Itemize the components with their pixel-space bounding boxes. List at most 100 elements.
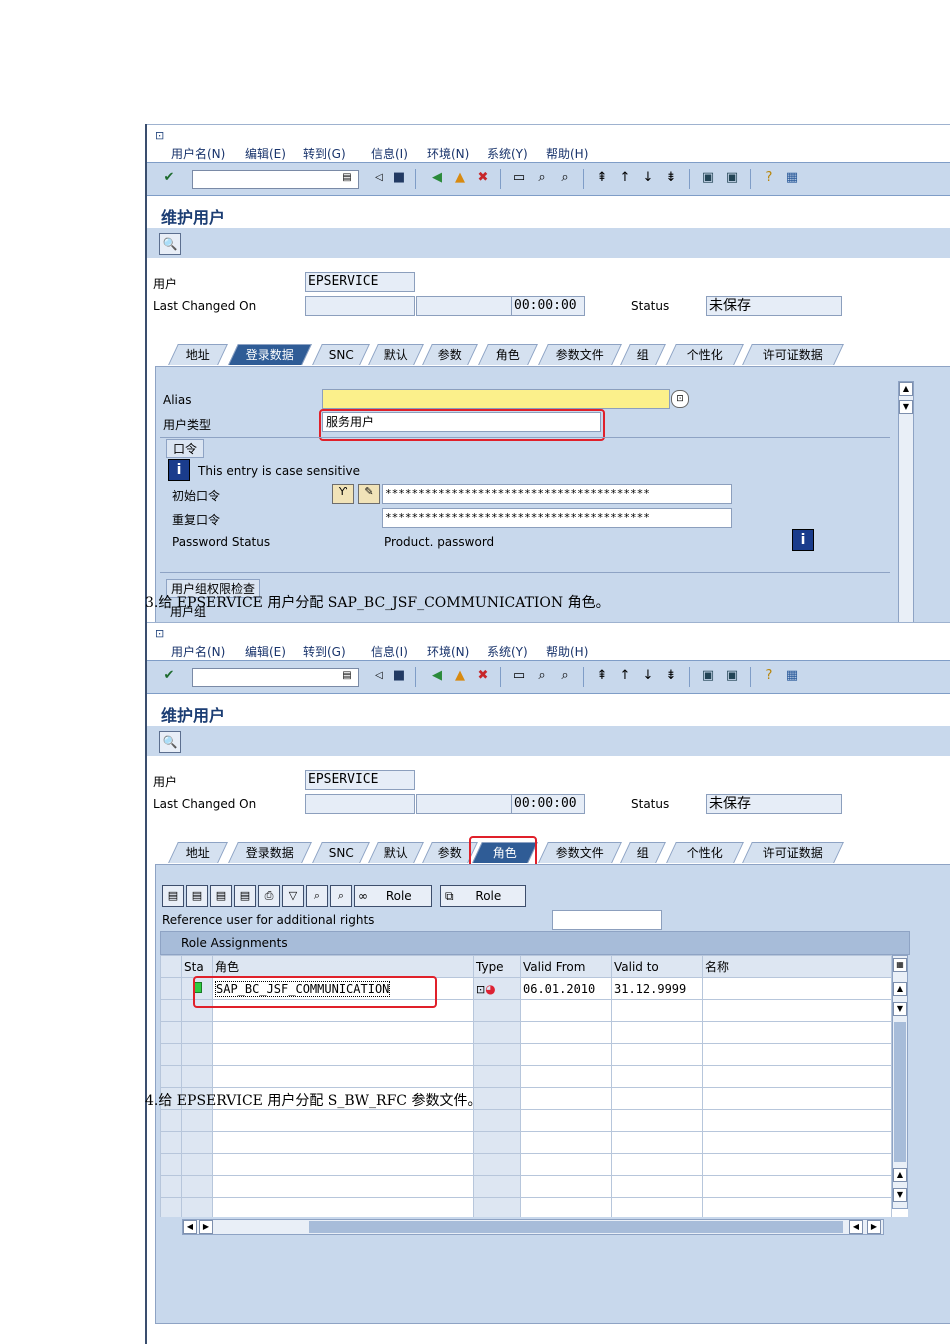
menu-system[interactable]: 系统(Y) — [487, 643, 528, 660]
menu-user[interactable]: 用户名(N) — [171, 643, 225, 660]
table-row[interactable] — [160, 1109, 892, 1132]
valid-from-cell[interactable]: 06.01.2010 — [520, 977, 612, 1000]
col-valid-to[interactable]: Valid to — [611, 955, 703, 978]
find-next-icon[interactable]: ⌕ — [557, 170, 573, 186]
command-field[interactable] — [192, 170, 359, 189]
password-status-info-icon[interactable]: i — [792, 529, 814, 551]
command-field[interactable] — [192, 668, 359, 687]
display-change-icon[interactable]: 🔍 — [159, 233, 181, 255]
first-page-icon[interactable]: ⇞ — [594, 668, 610, 684]
find-icon[interactable]: ⌕ — [534, 170, 550, 186]
tab-personalization[interactable]: 个性化 — [666, 344, 744, 365]
find-next-list-icon[interactable]: ⌕ — [330, 885, 352, 907]
first-page-icon[interactable]: ⇞ — [594, 170, 610, 186]
tab-logon-data[interactable]: 登录数据 — [228, 842, 312, 863]
table-row[interactable] — [160, 1065, 892, 1088]
next-page-icon[interactable]: ↓ — [640, 668, 656, 684]
scroll-right-icon[interactable]: ▶ — [867, 1220, 881, 1234]
tab-license-data[interactable]: 许可证数据 — [742, 842, 844, 863]
next-page-icon[interactable]: ↓ — [640, 170, 656, 186]
history-back-icon[interactable]: ◁ — [371, 170, 387, 186]
layout-icon[interactable]: ▦ — [784, 668, 800, 684]
table-row[interactable] — [160, 1043, 892, 1066]
tab-defaults[interactable]: 默认 — [368, 842, 424, 863]
generate-password-icon[interactable]: Ƴ — [332, 484, 354, 504]
tab-personalization[interactable]: 个性化 — [666, 842, 744, 863]
command-dropdown-icon[interactable]: ▤ — [339, 170, 355, 186]
row-selector[interactable] — [160, 977, 182, 1000]
alias-input[interactable] — [322, 389, 670, 409]
print-list-icon[interactable]: ⎙ — [258, 885, 280, 907]
tab-address[interactable]: 地址 — [168, 842, 228, 863]
command-dropdown-icon[interactable]: ▤ — [339, 668, 355, 684]
help-icon[interactable]: ? — [761, 170, 777, 186]
new-session-icon[interactable]: ▣ — [700, 170, 716, 186]
table-row[interactable] — [160, 1197, 892, 1217]
column-config-icon[interactable]: ▦ — [893, 958, 907, 972]
window-menu-icon[interactable]: ⊡ — [155, 129, 164, 142]
table-row[interactable] — [160, 1131, 892, 1154]
prev-page-icon[interactable]: ↑ — [617, 170, 633, 186]
table-vertical-scrollbar[interactable]: ▦ ▲ ▼ ▲ ▼ — [892, 955, 908, 1209]
password-wizard-icon[interactable]: ✎ — [358, 484, 380, 504]
scroll-up-icon[interactable]: ▲ — [899, 382, 913, 396]
enter-icon[interactable]: ✔ — [161, 668, 177, 684]
input-help-icon[interactable]: ⊡ — [671, 390, 689, 408]
exit-icon[interactable]: ▲ — [452, 170, 468, 186]
prev-page-icon[interactable]: ↑ — [617, 668, 633, 684]
save-icon[interactable]: ■ — [391, 668, 407, 684]
shortcut-icon[interactable]: ▣ — [724, 170, 740, 186]
back-icon[interactable]: ◀ — [429, 668, 445, 684]
menu-help[interactable]: 帮助(H) — [546, 643, 588, 660]
scroll-left-icon[interactable]: ◀ — [849, 1220, 863, 1234]
tab-snc[interactable]: SNC — [312, 842, 370, 863]
filter-icon[interactable]: ▽ — [282, 885, 304, 907]
menu-info[interactable]: 信息(I) — [371, 145, 408, 162]
col-status[interactable]: Sta — [181, 955, 213, 978]
layout-icon[interactable]: ▦ — [784, 170, 800, 186]
window-menu-icon[interactable]: ⊡ — [155, 627, 164, 640]
menu-info[interactable]: 信息(I) — [371, 643, 408, 660]
role-menu-button[interactable]: ∞ Role — [354, 885, 432, 907]
details-icon[interactable]: ▤ — [162, 885, 184, 907]
find-next-icon[interactable]: ⌕ — [557, 668, 573, 684]
row-selector-header[interactable] — [160, 955, 182, 978]
role-copy-button[interactable]: ⧉ Role — [440, 885, 526, 907]
scroll-down-icon[interactable]: ▼ — [893, 1188, 907, 1202]
menu-user[interactable]: 用户名(N) — [171, 145, 225, 162]
vertical-scrollbar[interactable]: ▲ ▼ — [898, 381, 914, 622]
menu-system[interactable]: 系统(Y) — [487, 145, 528, 162]
scroll-up-icon[interactable]: ▲ — [893, 982, 907, 996]
valid-to-cell[interactable]: 31.12.9999 — [611, 977, 703, 1000]
new-session-icon[interactable]: ▣ — [700, 668, 716, 684]
cancel-icon[interactable]: ✖ — [475, 668, 491, 684]
scroll-down-icon[interactable]: ▼ — [893, 1002, 907, 1016]
tab-groups[interactable]: 组 — [620, 842, 666, 863]
scroll-thumb[interactable] — [894, 1022, 906, 1162]
menu-help[interactable]: 帮助(H) — [546, 145, 588, 162]
exit-icon[interactable]: ▲ — [452, 668, 468, 684]
menu-environment[interactable]: 环境(N) — [427, 145, 469, 162]
tab-logon-data[interactable]: 登录数据 — [228, 344, 312, 365]
tab-defaults[interactable]: 默认 — [368, 344, 424, 365]
tab-address[interactable]: 地址 — [168, 344, 228, 365]
tab-groups[interactable]: 组 — [620, 344, 666, 365]
back-icon[interactable]: ◀ — [429, 170, 445, 186]
find-icon[interactable]: ⌕ — [534, 668, 550, 684]
print-icon[interactable]: ▭ — [511, 170, 527, 186]
menu-edit[interactable]: 编辑(E) — [245, 145, 286, 162]
scroll-up-icon[interactable]: ▲ — [893, 1168, 907, 1182]
save-icon[interactable]: ■ — [391, 170, 407, 186]
tab-parameters[interactable]: 参数 — [422, 344, 478, 365]
display-change-icon[interactable]: 🔍 — [159, 731, 181, 753]
table-row[interactable] — [160, 1175, 892, 1198]
menu-edit[interactable]: 编辑(E) — [245, 643, 286, 660]
tab-license-data[interactable]: 许可证数据 — [742, 344, 844, 365]
scroll-down-icon[interactable]: ▼ — [899, 400, 913, 414]
repeat-password-input[interactable]: **************************************** — [382, 508, 732, 528]
tab-roles[interactable]: 角色 — [478, 344, 538, 365]
col-name[interactable]: 名称 — [702, 955, 892, 978]
last-page-icon[interactable]: ⇟ — [663, 170, 679, 186]
table-row[interactable] — [160, 1021, 892, 1044]
initial-password-input[interactable]: **************************************** — [382, 484, 732, 504]
